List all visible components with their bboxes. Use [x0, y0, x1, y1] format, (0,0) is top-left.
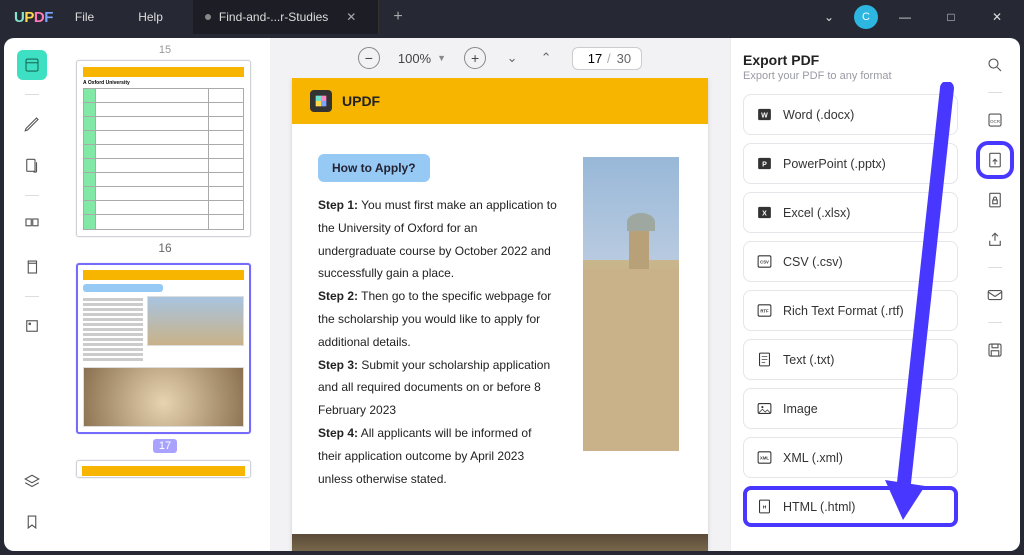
export-panel: Export PDF Export your PDF to any format…: [730, 38, 970, 551]
excel-icon: X: [756, 204, 773, 221]
image-icon: [756, 400, 773, 417]
svg-text:XML: XML: [760, 456, 769, 461]
page-image-bottom: [292, 534, 708, 551]
save-tool[interactable]: [980, 335, 1010, 365]
body-text: Step 1: You must first make an applicati…: [318, 194, 558, 490]
html-icon: H: [756, 498, 773, 515]
share-tool[interactable]: [980, 225, 1010, 255]
crop-tool[interactable]: [17, 311, 47, 341]
right-toolbar: OCR: [970, 38, 1020, 551]
how-to-apply-chip: How to Apply?: [318, 154, 430, 182]
zoom-dropdown-icon[interactable]: ▼: [437, 53, 446, 63]
zoom-value: 100%: [398, 51, 431, 66]
export-txt[interactable]: Text (.txt): [743, 339, 958, 380]
page-content: UPDF How to Apply? Step 1: You must firs…: [292, 78, 708, 551]
svg-text:RTF: RTF: [760, 309, 769, 314]
menu-help[interactable]: Help: [116, 10, 185, 24]
document-viewer: − 100% ▼ + ⌄ ⌃ / 30 UPDF How to Apply?: [270, 38, 730, 551]
search-tool[interactable]: [980, 50, 1010, 80]
email-tool[interactable]: [980, 280, 1010, 310]
window-close-button[interactable]: ✕: [978, 10, 1016, 24]
svg-text:CSV: CSV: [760, 260, 769, 265]
export-csv[interactable]: CSVCSV (.csv): [743, 241, 958, 282]
svg-text:W: W: [761, 111, 768, 119]
viewer-toolbar: − 100% ▼ + ⌄ ⌃ / 30: [270, 38, 730, 78]
zoom-in-button[interactable]: +: [464, 47, 486, 69]
titlebar: UPDF File Help Find-and-...r-Studies ✕ +…: [0, 0, 1024, 34]
edit-tool[interactable]: [17, 151, 47, 181]
tab-close-icon[interactable]: ✕: [336, 10, 366, 24]
thumbnail-page-18[interactable]: [76, 460, 251, 478]
app-logo: UPDF: [0, 9, 53, 26]
new-tab-button[interactable]: +: [379, 8, 416, 26]
export-tool[interactable]: [980, 145, 1010, 175]
ocr-tool[interactable]: OCR: [980, 105, 1010, 135]
rtf-icon: RTF: [756, 302, 773, 319]
page-image: [580, 154, 682, 454]
thumbnail-page-16[interactable]: A Oxford University: [76, 60, 251, 237]
organize-tool[interactable]: [17, 210, 47, 240]
export-word[interactable]: WWord (.docx): [743, 94, 958, 135]
svg-text:X: X: [762, 209, 767, 217]
page-indicator[interactable]: / 30: [572, 47, 642, 70]
export-html[interactable]: HHTML (.html): [743, 486, 958, 527]
export-image[interactable]: Image: [743, 388, 958, 429]
svg-text:OCR: OCR: [990, 119, 1001, 124]
tab-title: Find-and-...r-Studies: [219, 10, 328, 24]
word-icon: W: [756, 106, 773, 123]
document-tab[interactable]: Find-and-...r-Studies ✕: [193, 0, 379, 34]
export-rtf[interactable]: RTFRich Text Format (.rtf): [743, 290, 958, 331]
export-title: Export PDF: [743, 52, 958, 68]
page-down-icon[interactable]: ⌄: [504, 50, 520, 66]
copy-tool[interactable]: [17, 252, 47, 282]
bookmark-tool[interactable]: [17, 507, 47, 537]
xml-icon: XML: [756, 449, 773, 466]
layers-tool[interactable]: [17, 467, 47, 497]
powerpoint-icon: P: [756, 155, 773, 172]
left-toolbar: [4, 38, 60, 551]
export-subtitle: Export your PDF to any format: [743, 70, 958, 82]
thumbnail-page-17[interactable]: [76, 263, 251, 434]
csv-icon: CSV: [756, 253, 773, 270]
menu-file[interactable]: File: [53, 10, 116, 24]
export-excel[interactable]: XExcel (.xlsx): [743, 192, 958, 233]
tab-indicator-icon: [205, 14, 211, 20]
thumb-label-15: 15: [76, 44, 254, 56]
updf-logo-icon: [310, 90, 332, 112]
export-powerpoint[interactable]: PPowerPoint (.pptx): [743, 143, 958, 184]
dropdown-icon[interactable]: ⌄: [812, 10, 846, 24]
window-minimize-button[interactable]: —: [886, 10, 924, 24]
thumb-label-17: 17: [76, 438, 254, 452]
thumb-label-16: 16: [76, 241, 254, 255]
page-total: 30: [611, 51, 637, 66]
export-xml[interactable]: XMLXML (.xml): [743, 437, 958, 478]
txt-icon: [756, 351, 773, 368]
thumbnails-tool[interactable]: [17, 50, 47, 80]
svg-text:H: H: [763, 505, 767, 511]
window-maximize-button[interactable]: □: [932, 10, 970, 24]
zoom-out-button[interactable]: −: [358, 47, 380, 69]
page-input[interactable]: [583, 51, 607, 66]
svg-text:P: P: [762, 160, 767, 168]
user-avatar[interactable]: C: [854, 5, 878, 29]
page-up-icon[interactable]: ⌃: [538, 50, 554, 66]
thumbnail-panel: 15 A Oxford University 16: [60, 38, 270, 551]
protect-tool[interactable]: [980, 185, 1010, 215]
annotate-tool[interactable]: [17, 109, 47, 139]
